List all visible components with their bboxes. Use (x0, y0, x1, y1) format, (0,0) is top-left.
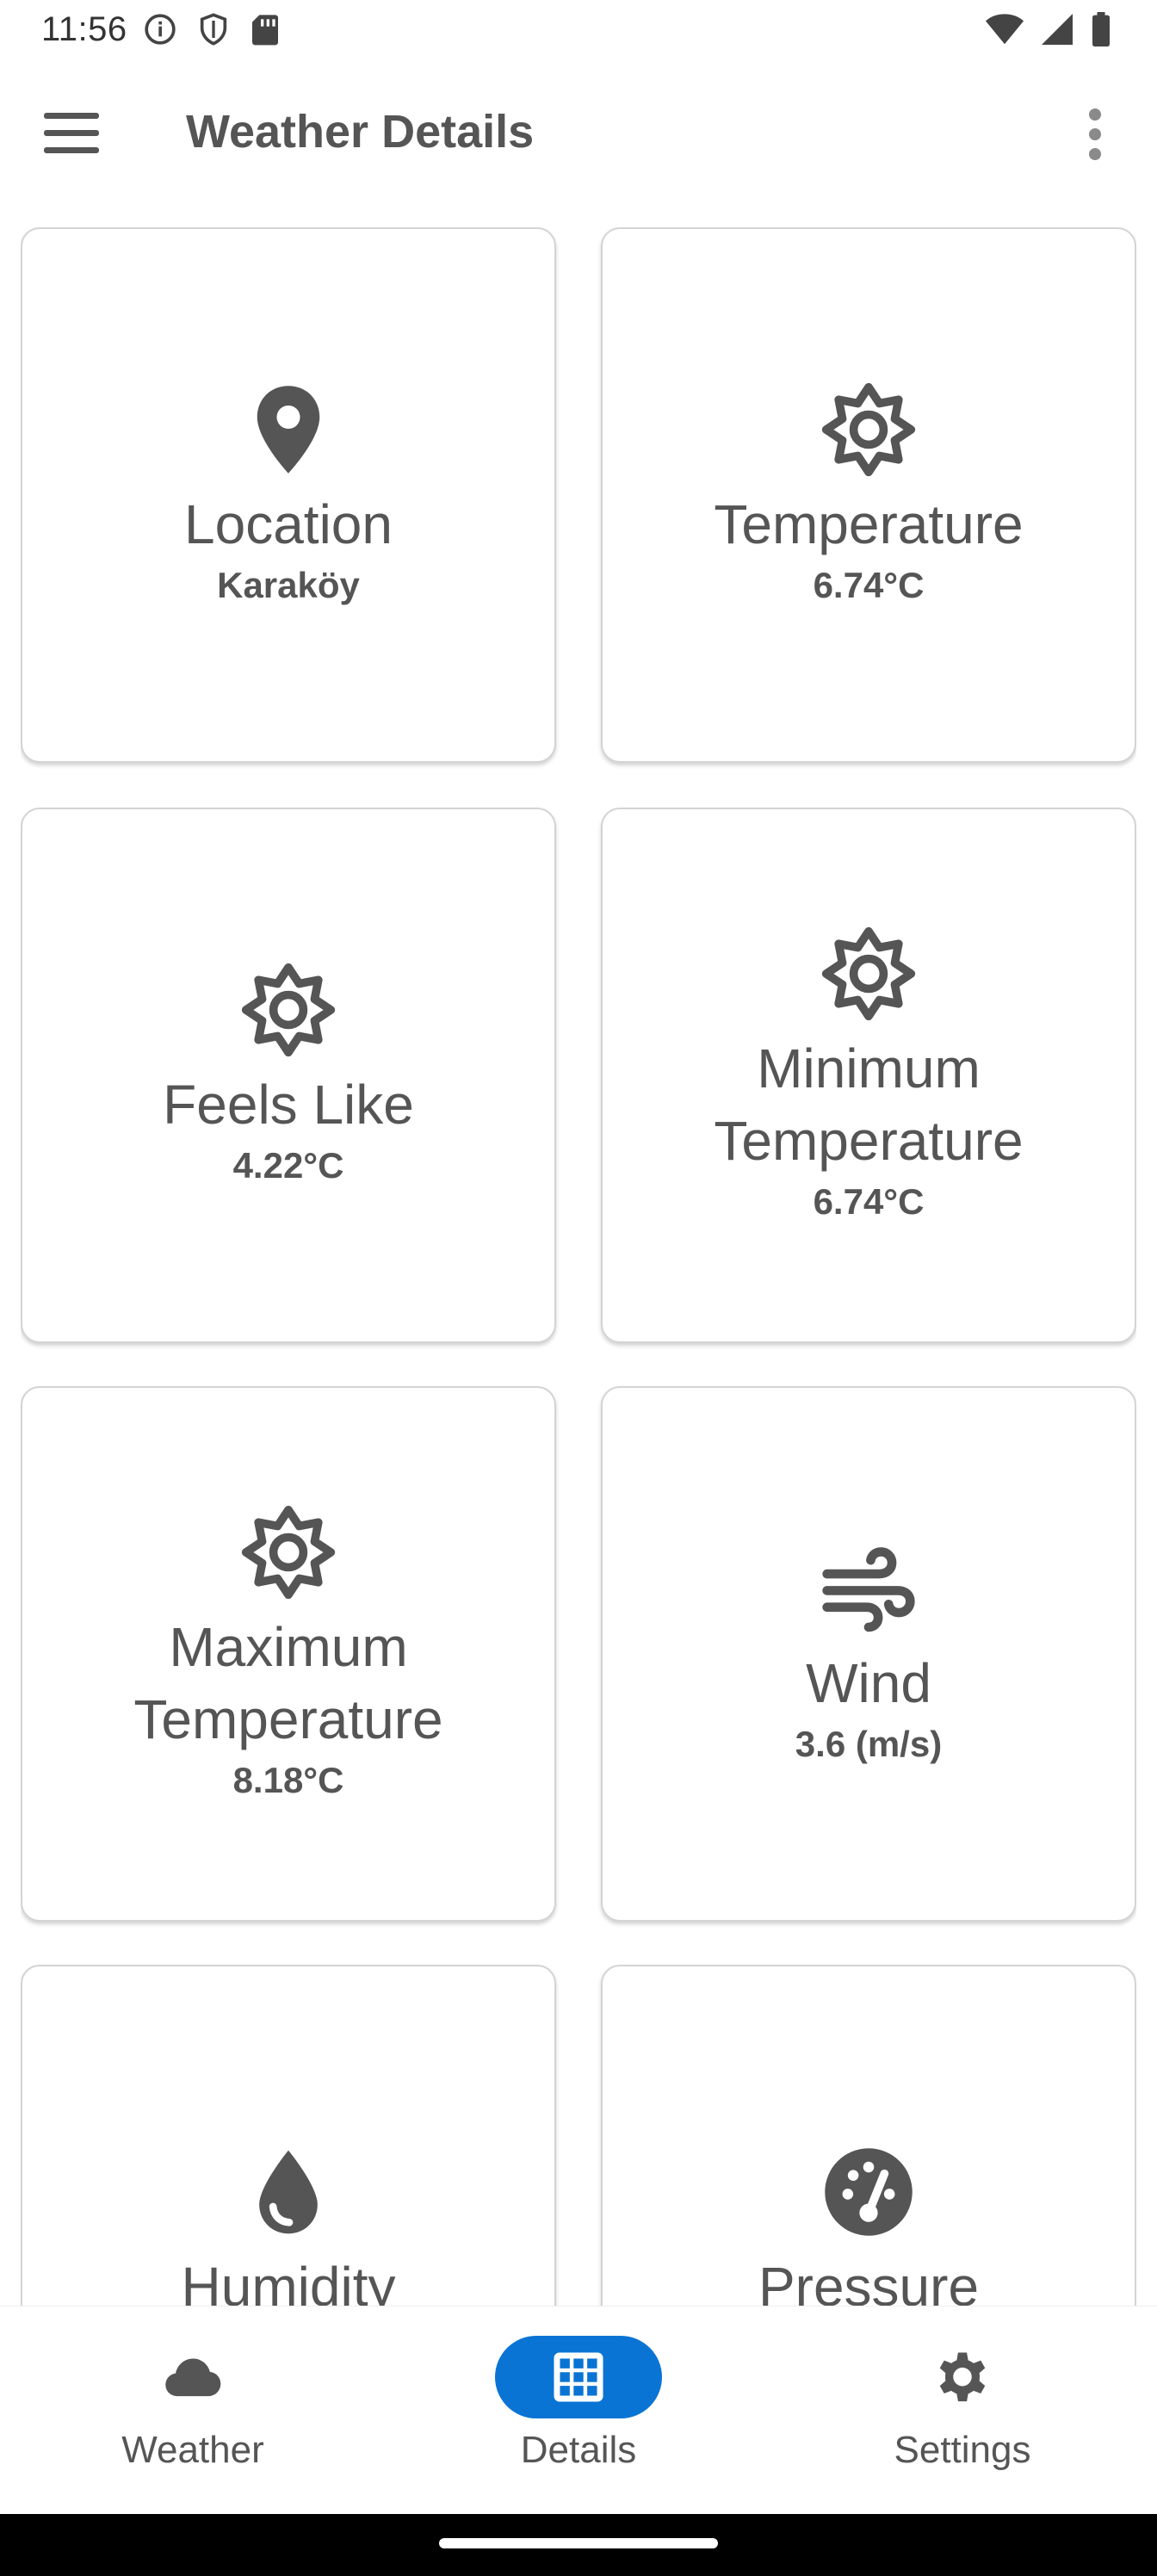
card-title: Temperature (714, 493, 1024, 555)
sun-icon (821, 382, 916, 477)
card-title: Pressure (758, 2256, 980, 2306)
sun-icon (821, 926, 916, 1021)
nav-item-weather[interactable]: Weather (55, 2336, 331, 2491)
sun-icon (241, 1505, 336, 1600)
card-value: 6.74°C (813, 565, 925, 605)
cloud-icon (165, 2358, 221, 2397)
bottom-navigation: Weather Details Settings (0, 2306, 1157, 2514)
shield-icon (200, 13, 227, 46)
screen: 11:56 Weather Details Location Karaköy T… (0, 0, 1157, 2576)
card-value: 6.74°C (813, 1181, 925, 1222)
grid-icon (554, 2352, 603, 2402)
nav-icon-container-active (495, 2336, 662, 2418)
location-pin-icon (257, 386, 320, 474)
card-value: 8.18°C (232, 1760, 344, 1800)
nav-item-settings[interactable]: Settings (825, 2336, 1100, 2491)
status-notification-icons (143, 12, 281, 46)
sd-card-icon (252, 15, 278, 46)
page-title: Weather Details (186, 106, 535, 158)
cellular-signal-icon (1042, 14, 1073, 45)
wind-icon (822, 1547, 915, 1632)
card-value: Karaköy (217, 565, 360, 605)
home-gesture-handle[interactable] (439, 2538, 718, 2548)
card-title: Feels Like (163, 1074, 414, 1136)
gauge-icon (825, 2148, 913, 2236)
card-location[interactable]: Location Karaköy (21, 227, 556, 763)
menu-icon (44, 113, 99, 119)
card-title: Location (184, 493, 393, 555)
card-title: Maximum Temperature (133, 1616, 443, 1750)
nav-label: Weather (121, 2429, 264, 2471)
details-grid: Location Karaköy Temperature 6.74°C Feel… (21, 227, 1136, 2306)
card-wind[interactable]: Wind 3.6 (m/s) (601, 1386, 1136, 1922)
nav-icon-container (109, 2336, 276, 2418)
card-maximum-temperature[interactable]: Maximum Temperature 8.18°C (21, 1386, 556, 1922)
gear-icon (939, 2352, 986, 2402)
card-temperature[interactable]: Temperature 6.74°C (601, 227, 1136, 763)
card-value: 4.22°C (232, 1145, 344, 1186)
card-title: Minimum Temperature (714, 1037, 1024, 1172)
nav-icon-container (879, 2336, 1046, 2418)
wifi-icon (985, 14, 1024, 45)
status-time: 11:56 (41, 10, 127, 48)
menu-icon-line (44, 130, 99, 136)
nav-label: Details (520, 2429, 637, 2471)
sun-icon (241, 963, 336, 1057)
card-title: Humidity (181, 2256, 396, 2306)
menu-button[interactable] (40, 107, 103, 164)
battery-icon (1092, 12, 1110, 46)
water-drop-icon (259, 2150, 318, 2234)
status-bar: 11:56 (0, 0, 1157, 62)
card-title: Wind (806, 1652, 931, 1714)
card-humidity[interactable]: Humidity (21, 1965, 556, 2306)
more-vert-icon (1089, 108, 1101, 121)
card-pressure[interactable]: Pressure (601, 1965, 1136, 2306)
menu-icon-line (44, 147, 99, 153)
more-vert-icon-dot (1089, 128, 1101, 140)
card-minimum-temperature[interactable]: Minimum Temperature 6.74°C (601, 808, 1136, 1343)
info-icon (145, 14, 176, 45)
card-value: 3.6 (m/s) (795, 1724, 943, 1764)
more-options-button[interactable] (1071, 103, 1119, 169)
card-feels-like[interactable]: Feels Like 4.22°C (21, 808, 556, 1343)
app-bar: Weather Details (0, 69, 1157, 198)
status-system-icons (985, 12, 1112, 46)
more-vert-icon-dot (1089, 148, 1101, 160)
nav-label: Settings (894, 2429, 1031, 2471)
nav-item-details[interactable]: Details (441, 2336, 716, 2491)
